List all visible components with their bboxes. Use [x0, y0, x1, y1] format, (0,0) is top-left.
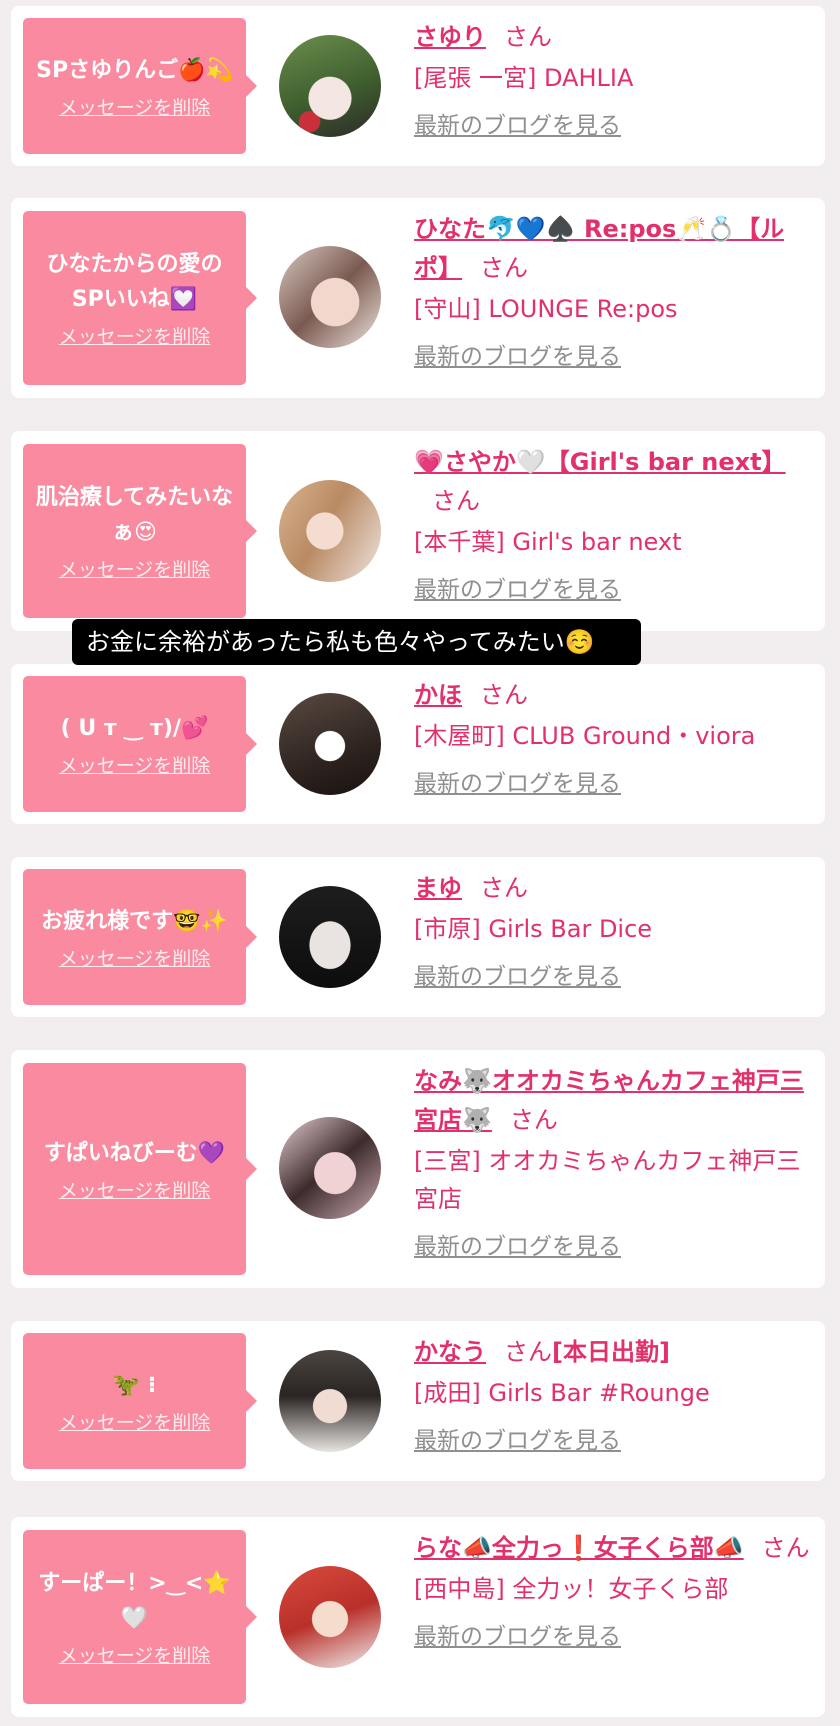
avatar[interactable] — [279, 886, 381, 988]
message-bubble: ひなたからの愛のSPいいね💟 メッセージを削除 — [23, 211, 257, 385]
latest-blog-link[interactable]: 最新のブログを見る — [414, 342, 817, 372]
avatar[interactable] — [279, 1566, 381, 1668]
girl-name[interactable]: まゆ さん — [414, 869, 817, 908]
latest-blog-link[interactable]: 最新のブログを見る — [414, 575, 817, 605]
profile-info: なみ🐺オオカミちゃんカフェ神戸三宮店🐺 さん [三宮] オオカミちゃんカフェ神戸三… — [414, 1062, 817, 1262]
avatar[interactable] — [279, 246, 381, 348]
message-text: すーぱー！>‿<⭐️🤍 — [38, 1571, 231, 1631]
profile-info: かなう さん[本日出勤] [成田] Girls Bar #Rounge 最新のブロ… — [414, 1333, 817, 1456]
delete-message-link[interactable]: メッセージを削除 — [59, 325, 211, 349]
avatar[interactable] — [279, 693, 381, 795]
shop-name: [成田] Girls Bar #Rounge — [414, 1379, 710, 1407]
girl-name[interactable]: かほ さん — [414, 676, 817, 715]
delete-message-link[interactable]: メッセージを削除 — [59, 947, 211, 971]
message-bubble: すーぱー！>‿<⭐️🤍 メッセージを削除 — [23, 1530, 257, 1704]
message-card: ひなたからの愛のSPいいね💟 メッセージを削除 ひなた🐬💙♠️ Re:pos🥂💍… — [11, 198, 825, 398]
shop-name: [木屋町] CLUB Ground・viora — [414, 722, 756, 750]
message-card: すぱいねびーむ💜 メッセージを削除 なみ🐺オオカミちゃんカフェ神戸三宮店🐺 さん … — [11, 1050, 825, 1288]
message-card: ( U ᴛ ‿ ᴛ)/💕 メッセージを削除 かほ さん [木屋町] CLUB Gr… — [11, 664, 825, 824]
video-caption: お金に余裕があったら私も色々やってみたい☺️ — [72, 619, 641, 665]
shop-name: [市原] Girls Bar Dice — [414, 915, 653, 943]
message-card: 肌治療してみたいなぁ😍 メッセージを削除 💗さやか🤍【Girl's bar ne… — [11, 431, 825, 631]
message-bubble: お疲れ様です🤓✨ メッセージを削除 — [23, 869, 257, 1005]
shop-name: [西中島] 全力ッ！女子くら部 — [414, 1575, 729, 1603]
message-text: ( U ᴛ ‿ ᴛ)/💕 — [60, 715, 209, 741]
girl-name[interactable]: なみ🐺オオカミちゃんカフェ神戸三宮店🐺 さん — [414, 1062, 817, 1140]
message-card: 🦖 ⁝ メッセージを削除 かなう さん[本日出勤] [成田] Girls Bar … — [11, 1321, 825, 1481]
avatar[interactable] — [279, 1117, 381, 1219]
message-bubble: SPさゆりんご🍎💫 メッセージを削除 — [23, 18, 257, 154]
message-card: お疲れ様です🤓✨ メッセージを削除 まゆ さん [市原] Girls Bar Di… — [11, 857, 825, 1017]
avatar[interactable] — [279, 480, 381, 582]
message-card: SPさゆりんご🍎💫 メッセージを削除 さゆり さん [尾張 一宮] DAHLIA … — [11, 6, 825, 166]
delete-message-link[interactable]: メッセージを削除 — [59, 96, 211, 120]
latest-blog-link[interactable]: 最新のブログを見る — [414, 962, 817, 992]
girl-name[interactable]: ひなた🐬💙♠️ Re:pos🥂💍【ルポ】 さん — [414, 210, 817, 288]
message-text: すぱいねびーむ💜 — [43, 1140, 226, 1166]
profile-info: 💗さやか🤍【Girl's bar next】さん [本千葉] Girl's ba… — [414, 443, 817, 605]
latest-blog-link[interactable]: 最新のブログを見る — [414, 769, 817, 799]
message-bubble: すぱいねびーむ💜 メッセージを削除 — [23, 1063, 257, 1275]
delete-message-link[interactable]: メッセージを削除 — [59, 754, 211, 778]
message-bubble: 🦖 ⁝ メッセージを削除 — [23, 1333, 257, 1469]
girl-name[interactable]: かなう さん[本日出勤] — [414, 1333, 817, 1372]
latest-blog-link[interactable]: 最新のブログを見る — [414, 111, 817, 141]
girl-name[interactable]: らな📣全力っ❗️女子くら部📣 さん — [414, 1529, 817, 1568]
message-text: 肌治療してみたいなぁ😍 — [35, 485, 234, 545]
delete-message-link[interactable]: メッセージを削除 — [59, 1179, 211, 1203]
message-text: SPさゆりんご🍎💫 — [36, 57, 233, 83]
shop-name: [本千葉] Girl's bar next — [414, 528, 682, 556]
avatar[interactable] — [279, 35, 381, 137]
latest-blog-link[interactable]: 最新のブログを見る — [414, 1426, 817, 1456]
girl-name[interactable]: 💗さやか🤍【Girl's bar next】さん — [414, 443, 817, 521]
message-bubble: 肌治療してみたいなぁ😍 メッセージを削除 — [23, 444, 257, 618]
latest-blog-link[interactable]: 最新のブログを見る — [414, 1622, 817, 1652]
shop-name: [尾張 一宮] DAHLIA — [414, 64, 634, 92]
message-bubble: ( U ᴛ ‿ ᴛ)/💕 メッセージを削除 — [23, 676, 257, 812]
message-card: すーぱー！>‿<⭐️🤍 メッセージを削除 らな📣全力っ❗️女子くら部📣 さん [西… — [11, 1517, 825, 1717]
message-text: 🦖 ⁝ — [112, 1372, 157, 1398]
message-text: お疲れ様です🤓✨ — [41, 908, 228, 934]
latest-blog-link[interactable]: 最新のブログを見る — [414, 1232, 817, 1262]
girl-name[interactable]: さゆり さん — [414, 18, 817, 57]
shop-name: [守山] LOUNGE Re:pos — [414, 295, 678, 323]
avatar[interactable] — [279, 1350, 381, 1452]
profile-info: ひなた🐬💙♠️ Re:pos🥂💍【ルポ】 さん [守山] LOUNGE Re:po… — [414, 210, 817, 372]
message-text: ひなたからの愛のSPいいね💟 — [46, 252, 223, 312]
delete-message-link[interactable]: メッセージを削除 — [59, 1411, 211, 1435]
profile-info: らな📣全力っ❗️女子くら部📣 さん [西中島] 全力ッ！女子くら部 最新のブログを… — [414, 1529, 817, 1652]
delete-message-link[interactable]: メッセージを削除 — [59, 1644, 211, 1668]
delete-message-link[interactable]: メッセージを削除 — [59, 558, 211, 582]
shop-name: [三宮] オオカミちゃんカフェ神戸三宮店 — [414, 1147, 801, 1213]
profile-info: まゆ さん [市原] Girls Bar Dice 最新のブログを見る — [414, 869, 817, 992]
profile-info: かほ さん [木屋町] CLUB Ground・viora 最新のブログを見る — [414, 676, 817, 799]
profile-info: さゆり さん [尾張 一宮] DAHLIA 最新のブログを見る — [414, 18, 817, 141]
